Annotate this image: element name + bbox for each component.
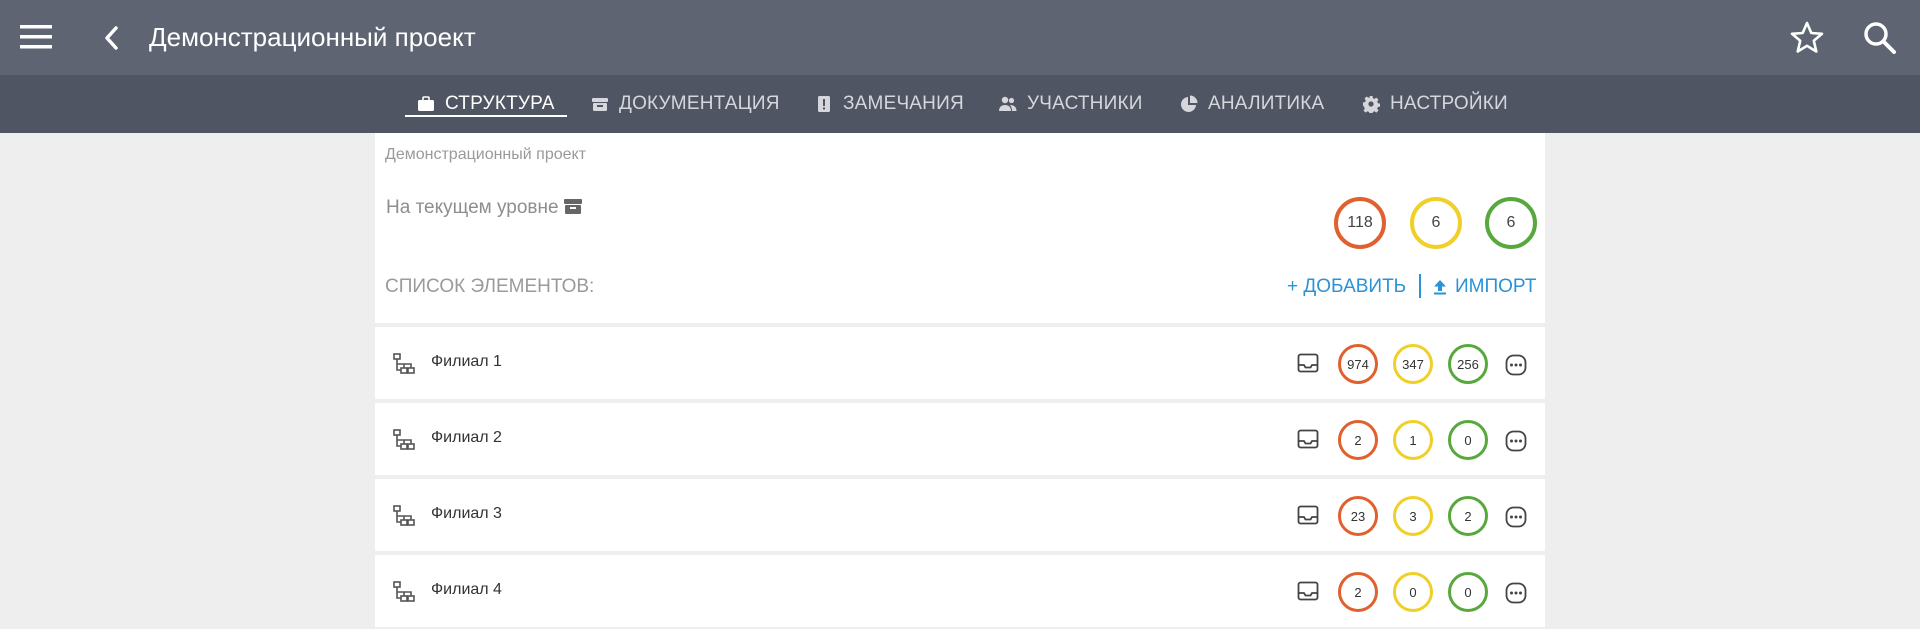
inbox-icon[interactable] <box>1297 353 1319 373</box>
breadcrumb[interactable]: Демонстрационный проект <box>385 146 586 164</box>
status-count-red: 2 <box>1338 572 1378 612</box>
alert-icon <box>818 96 830 112</box>
inbox-icon[interactable] <box>1297 505 1319 525</box>
tab-label: НАСТРОЙКИ <box>1390 93 1508 114</box>
item-name[interactable]: Филиал 2 <box>431 429 502 447</box>
pie-chart-icon <box>1181 95 1198 112</box>
tab-bar: СТРУКТУРА ДОКУМЕНТАЦИЯ ЗАМЕЧАНИЯ УЧАСТНИ… <box>0 75 1920 133</box>
hierarchy-icon <box>393 353 415 374</box>
hierarchy-icon <box>393 429 415 450</box>
list-item[interactable]: Филиал 4 2 0 0 <box>375 555 1545 627</box>
summary-panel: Демонстрационный проект На текущем уровн… <box>375 133 1545 323</box>
status-count-yellow: 0 <box>1393 572 1433 612</box>
status-count-green: 0 <box>1448 572 1488 612</box>
status-count-green: 6 <box>1485 197 1537 249</box>
star-icon[interactable] <box>1789 20 1825 56</box>
app-header: Демонстрационный проект <box>0 0 1920 75</box>
status-count-green: 256 <box>1448 344 1488 384</box>
briefcase-icon <box>418 96 434 111</box>
hierarchy-icon <box>393 505 415 526</box>
people-icon <box>999 96 1017 111</box>
tab-participants[interactable]: УЧАСТНИКИ <box>999 75 1143 133</box>
more-options-icon[interactable] <box>1505 506 1527 528</box>
divider <box>1419 274 1421 298</box>
add-button[interactable]: + ДОБАВИТЬ <box>1287 276 1406 298</box>
list-item[interactable]: Филиал 2 2 1 0 <box>375 403 1545 475</box>
more-options-icon[interactable] <box>1505 354 1527 376</box>
inbox-icon[interactable] <box>1297 429 1319 449</box>
import-button[interactable]: ИМПОРТ <box>1433 276 1536 298</box>
main-content: Демонстрационный проект На текущем уровн… <box>375 133 1545 629</box>
item-name[interactable]: Филиал 3 <box>431 505 502 523</box>
status-count-red: 974 <box>1338 344 1378 384</box>
search-icon[interactable] <box>1862 20 1898 56</box>
page-title: Демонстрационный проект <box>149 22 476 52</box>
upload-icon <box>1434 280 1446 295</box>
tab-structure[interactable]: СТРУКТУРА <box>405 75 567 133</box>
status-count-red: 23 <box>1338 496 1378 536</box>
status-count-yellow: 6 <box>1410 197 1462 249</box>
list-item[interactable]: Филиал 1 974 347 256 <box>375 327 1545 399</box>
tab-documentation[interactable]: ДОКУМЕНТАЦИЯ <box>591 75 780 133</box>
chevron-left-icon[interactable] <box>98 22 126 54</box>
archive-icon[interactable] <box>563 197 583 215</box>
item-name[interactable]: Филиал 4 <box>431 581 502 599</box>
tab-label: СТРУКТУРА <box>445 93 555 114</box>
hierarchy-icon <box>393 581 415 602</box>
status-count-yellow: 1 <box>1393 420 1433 460</box>
list-item[interactable]: Филиал 3 23 3 2 <box>375 479 1545 551</box>
tab-label: АНАЛИТИКА <box>1208 93 1325 114</box>
tab-settings[interactable]: НАСТРОЙКИ <box>1362 75 1508 133</box>
tab-label: ЗАМЕЧАНИЯ <box>843 93 964 114</box>
current-level-label: На текущем уровне <box>386 197 559 218</box>
status-count-red: 118 <box>1334 197 1386 249</box>
tab-remarks[interactable]: ЗАМЕЧАНИЯ <box>815 75 964 133</box>
item-name[interactable]: Филиал 1 <box>431 353 502 371</box>
status-count-green: 2 <box>1448 496 1488 536</box>
tab-analytics[interactable]: АНАЛИТИКА <box>1180 75 1324 133</box>
active-tab-indicator <box>405 115 567 117</box>
status-count-red: 2 <box>1338 420 1378 460</box>
menu-icon[interactable] <box>20 23 52 51</box>
more-options-icon[interactable] <box>1505 582 1527 604</box>
archive-icon <box>592 98 608 111</box>
inbox-icon[interactable] <box>1297 581 1319 601</box>
more-options-icon[interactable] <box>1505 430 1527 452</box>
status-count-yellow: 3 <box>1393 496 1433 536</box>
status-count-yellow: 347 <box>1393 344 1433 384</box>
tab-label: ДОКУМЕНТАЦИЯ <box>619 93 780 114</box>
tab-label: УЧАСТНИКИ <box>1027 93 1143 114</box>
import-button-label: ИМПОРТ <box>1455 276 1537 297</box>
status-count-green: 0 <box>1448 420 1488 460</box>
elements-list-label: СПИСОК ЭЛЕМЕНТОВ: <box>385 276 595 297</box>
gear-icon <box>1363 96 1380 113</box>
